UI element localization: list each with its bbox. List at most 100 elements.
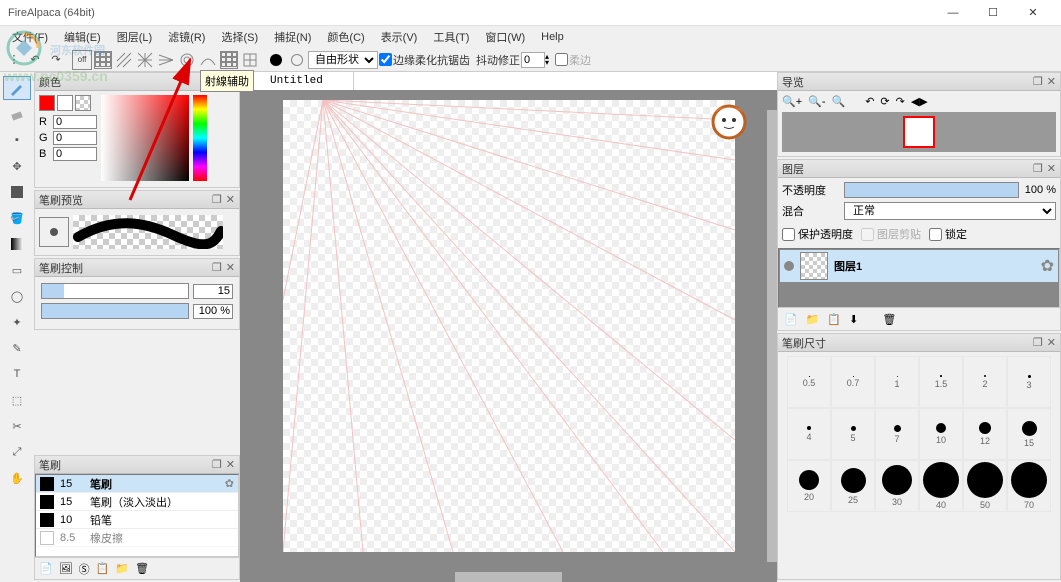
new-folder-icon[interactable]: 📁 xyxy=(806,313,820,326)
document-tab[interactable]: Untitled xyxy=(240,72,354,90)
snap-curve-button[interactable] xyxy=(198,50,218,70)
list-item[interactable]: 8.5橡皮擦 xyxy=(36,529,238,547)
brush-size-cell[interactable]: 20 xyxy=(787,460,831,512)
menu-help[interactable]: Help xyxy=(533,29,572,45)
gear-icon[interactable]: ✿ xyxy=(1041,256,1054,276)
brush-size-cell[interactable]: 0.7 xyxy=(831,356,875,408)
rotate-reset-icon[interactable]: ⟳ xyxy=(880,95,889,108)
close-panel-icon[interactable]: ✕ xyxy=(1047,75,1056,88)
flip-icon[interactable]: ◀▶ xyxy=(911,95,928,108)
b-input[interactable] xyxy=(53,147,97,161)
gear-icon[interactable]: ✿ xyxy=(225,477,234,490)
foreground-swatch[interactable] xyxy=(39,95,55,111)
close-panel-icon[interactable]: ✕ xyxy=(1047,336,1056,349)
menu-tools[interactable]: 工具(T) xyxy=(425,27,477,47)
detach-icon[interactable]: ❐ xyxy=(1033,336,1043,349)
layer-list[interactable]: 图层1 ✿ xyxy=(778,248,1060,308)
close-button[interactable]: ✕ xyxy=(1013,0,1053,26)
antialias-checkbox[interactable] xyxy=(379,53,392,66)
zoom-out-icon[interactable]: 🔍- xyxy=(808,95,825,108)
eraser-tool[interactable] xyxy=(3,102,31,126)
brush-size-cell[interactable]: 50 xyxy=(963,460,1007,512)
delete-layer-icon[interactable]: 🗑 xyxy=(882,313,896,326)
folder-icon[interactable]: 📁 xyxy=(115,562,129,575)
visibility-toggle[interactable] xyxy=(784,261,794,271)
rotate-left-icon[interactable]: ↶ xyxy=(865,95,874,108)
protect-alpha-checkbox[interactable] xyxy=(782,228,795,241)
transform-tool[interactable]: ⬚ xyxy=(3,388,31,412)
brush-size-cell[interactable]: 7 xyxy=(875,408,919,460)
shape-dropdown[interactable]: 自由形状 xyxy=(308,51,378,69)
menu-layer[interactable]: 图层(L) xyxy=(109,27,160,47)
close-panel-icon[interactable]: ✕ xyxy=(1047,162,1056,175)
close-panel-icon[interactable]: ✕ xyxy=(226,458,235,471)
divide-tool[interactable]: ✂ xyxy=(3,414,31,438)
brush-size-cell[interactable]: 10 xyxy=(919,408,963,460)
gradient-tool[interactable] xyxy=(3,232,31,256)
horizontal-scrollbar[interactable] xyxy=(455,572,562,582)
soft-checkbox[interactable] xyxy=(555,53,568,66)
detach-icon[interactable]: ❐ xyxy=(1033,162,1043,175)
menu-edit[interactable]: 编辑(E) xyxy=(56,27,109,47)
brush-size-cell[interactable]: 4 xyxy=(787,408,831,460)
menu-window[interactable]: 窗口(W) xyxy=(477,27,533,47)
menu-file[interactable]: 文件(F) xyxy=(4,27,56,47)
foreground-color-icon[interactable] xyxy=(266,50,286,70)
brush-size-cell[interactable]: 25 xyxy=(831,460,875,512)
maximize-button[interactable]: ☐ xyxy=(973,0,1013,26)
minimize-button[interactable]: — xyxy=(933,0,973,26)
brush-size-value[interactable]: 15 xyxy=(193,284,233,299)
brush-size-cell[interactable]: 40 xyxy=(919,460,963,512)
dot-tool[interactable]: ▪ xyxy=(3,128,31,152)
eyedropper-tool[interactable]: ⤢ xyxy=(3,440,31,464)
snap-grid-button[interactable] xyxy=(93,50,113,70)
transparent-swatch[interactable] xyxy=(75,95,91,111)
menu-select[interactable]: 选择(S) xyxy=(213,27,266,47)
fill-tool[interactable] xyxy=(3,180,31,204)
g-input[interactable] xyxy=(53,131,97,145)
shake-spinner[interactable]: ▴▾ xyxy=(521,52,549,68)
blend-dropdown[interactable]: 正常 xyxy=(844,202,1056,220)
mascot-icon[interactable] xyxy=(711,104,747,140)
snap-3d-button[interactable] xyxy=(219,50,239,70)
menu-filter[interactable]: 滤镜(R) xyxy=(160,27,213,47)
snap-off-button[interactable]: off xyxy=(72,50,92,70)
detach-icon[interactable]: ❐ xyxy=(212,193,222,206)
background-color-icon[interactable] xyxy=(287,50,307,70)
brush-size-cell[interactable]: 5 xyxy=(831,408,875,460)
snap-vanishing-button[interactable] xyxy=(156,50,176,70)
select-pen-tool[interactable]: ✎ xyxy=(3,336,31,360)
vertical-scrollbar[interactable] xyxy=(767,110,777,563)
new-layer-icon[interactable]: 📄 xyxy=(784,313,798,326)
brush-size-cell[interactable]: 1 xyxy=(875,356,919,408)
snap-crisscross-button[interactable] xyxy=(135,50,155,70)
snap-config-button[interactable] xyxy=(240,50,260,70)
add-script-brush-icon[interactable]: Ⓢ xyxy=(79,561,90,577)
brush-size-cell[interactable]: 12 xyxy=(963,408,1007,460)
merge-down-icon[interactable]: ⬇ xyxy=(849,313,858,326)
list-item[interactable]: 15笔刷✿ xyxy=(36,475,238,493)
lock-checkbox[interactable] xyxy=(929,228,942,241)
navigator-thumbnail[interactable] xyxy=(782,112,1056,152)
brush-size-cell[interactable]: 0.5 xyxy=(787,356,831,408)
copy-brush-icon[interactable]: 📋 xyxy=(96,562,110,575)
menu-view[interactable]: 表示(V) xyxy=(373,27,426,47)
add-image-brush-icon[interactable]: 🖼 xyxy=(59,562,73,575)
detach-icon[interactable]: ❐ xyxy=(212,458,222,471)
list-item[interactable]: 10铅笔 xyxy=(36,511,238,529)
list-item[interactable]: 15笔刷（淡入淡出） xyxy=(36,493,238,511)
brush-size-cell[interactable]: 30 xyxy=(875,460,919,512)
brush-size-cell[interactable]: 1.5 xyxy=(919,356,963,408)
select-rect-tool[interactable]: ▭ xyxy=(3,258,31,282)
color-picker[interactable] xyxy=(101,95,189,181)
brush-size-cell[interactable]: 70 xyxy=(1007,460,1051,512)
menu-color[interactable]: 颜色(C) xyxy=(319,27,372,47)
delete-brush-icon[interactable]: 🗑 xyxy=(135,562,149,575)
bucket-tool[interactable]: 🪣 xyxy=(3,206,31,230)
brush-tool[interactable] xyxy=(3,76,31,100)
close-panel-icon[interactable]: ✕ xyxy=(226,261,235,274)
layer-opacity-slider[interactable] xyxy=(844,182,1019,198)
hand-tool[interactable]: ✋ xyxy=(3,466,31,490)
brush-opacity-slider[interactable] xyxy=(41,303,189,319)
add-brush-icon[interactable]: 📄 xyxy=(39,562,53,575)
